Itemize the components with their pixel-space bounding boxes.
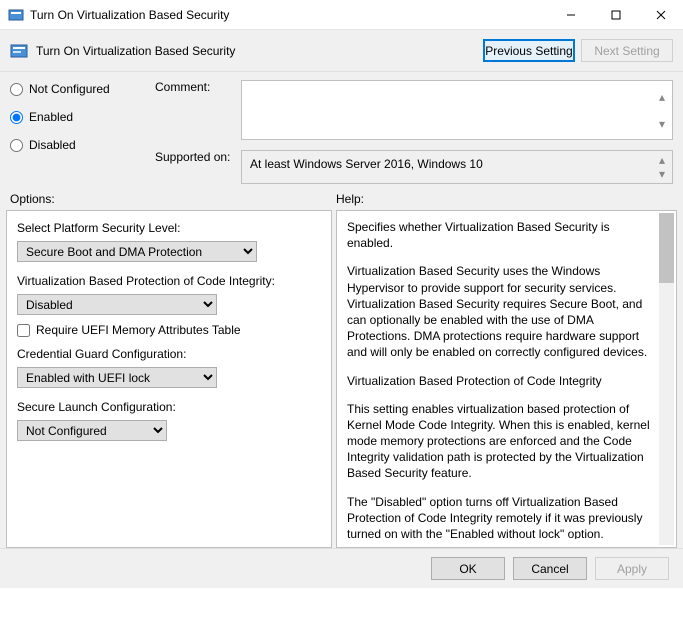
apply-button[interactable]: Apply <box>595 557 669 580</box>
help-scrollbar-thumb[interactable] <box>659 213 674 283</box>
uefi-checkbox-label: Require UEFI Memory Attributes Table <box>36 323 241 337</box>
help-panel: Specifies whether Virtualization Based S… <box>336 210 677 548</box>
dialog-footer: OK Cancel Apply <box>0 548 683 588</box>
help-section-label: Help: <box>336 192 673 206</box>
credguard-select[interactable]: Enabled with UEFI lock <box>17 367 217 388</box>
radio-disabled-label: Disabled <box>29 138 76 152</box>
app-icon <box>8 7 24 23</box>
cancel-button[interactable]: Cancel <box>513 557 587 580</box>
radio-not-configured-input[interactable] <box>10 83 23 96</box>
panels: Select Platform Security Level: Secure B… <box>0 210 683 548</box>
platform-security-select[interactable]: Secure Boot and DMA Protection <box>17 241 257 262</box>
supported-on-field: At least Windows Server 2016, Windows 10… <box>241 150 673 184</box>
titlebar: Turn On Virtualization Based Security <box>0 0 683 30</box>
policy-icon <box>10 42 28 60</box>
radio-enabled[interactable]: Enabled <box>10 110 155 124</box>
close-button[interactable] <box>638 0 683 30</box>
radio-not-configured[interactable]: Not Configured <box>10 82 155 96</box>
spin-up-icon[interactable]: ▴ <box>654 153 670 167</box>
radio-disabled[interactable]: Disabled <box>10 138 155 152</box>
radio-not-configured-label: Not Configured <box>29 82 110 96</box>
help-text: Virtualization Based Security uses the W… <box>347 263 652 360</box>
policy-title: Turn On Virtualization Based Security <box>36 44 235 58</box>
spin-down-icon[interactable]: ▾ <box>654 110 670 137</box>
credguard-label: Credential Guard Configuration: <box>17 347 321 361</box>
policy-header: Turn On Virtualization Based Security Pr… <box>0 30 683 72</box>
help-content[interactable]: Specifies whether Virtualization Based S… <box>347 219 672 539</box>
radio-enabled-input[interactable] <box>10 111 23 124</box>
spin-up-icon[interactable]: ▴ <box>654 83 670 110</box>
vbpci-select[interactable]: Disabled <box>17 294 217 315</box>
help-text: The "Disabled" option turns off Virtuali… <box>347 494 652 539</box>
securelaunch-select[interactable]: Not Configured <box>17 420 167 441</box>
supported-label: Supported on: <box>155 150 235 164</box>
spin-down-icon[interactable]: ▾ <box>654 167 670 181</box>
vbpci-label: Virtualization Based Protection of Code … <box>17 274 321 288</box>
maximize-button[interactable] <box>593 0 638 30</box>
section-labels: Options: Help: <box>0 188 683 210</box>
uefi-checkbox-row[interactable]: Require UEFI Memory Attributes Table <box>17 323 321 337</box>
ok-button[interactable]: OK <box>431 557 505 580</box>
radio-disabled-input[interactable] <box>10 139 23 152</box>
state-radio-group: Not Configured Enabled Disabled <box>10 80 155 152</box>
help-text: Virtualization Based Protection of Code … <box>347 373 652 389</box>
minimize-button[interactable] <box>548 0 593 30</box>
window-title: Turn On Virtualization Based Security <box>30 8 229 22</box>
securelaunch-label: Secure Launch Configuration: <box>17 400 321 414</box>
uefi-checkbox[interactable] <box>17 324 30 337</box>
previous-setting-button[interactable]: Previous Setting <box>483 39 575 62</box>
help-text: This setting enables virtualization base… <box>347 401 652 482</box>
next-setting-button[interactable]: Next Setting <box>581 39 673 62</box>
options-section-label: Options: <box>10 192 336 206</box>
supported-spin: ▴ ▾ <box>654 153 670 181</box>
help-text: Specifies whether Virtualization Based S… <box>347 219 652 251</box>
fields-col: Comment: ▴ ▾ Supported on: At least Wind… <box>155 80 673 184</box>
platform-security-label: Select Platform Security Level: <box>17 221 321 235</box>
options-panel: Select Platform Security Level: Secure B… <box>6 210 332 548</box>
comment-label: Comment: <box>155 80 235 94</box>
comment-textarea[interactable]: ▴ ▾ <box>241 80 673 140</box>
radio-enabled-label: Enabled <box>29 110 73 124</box>
comment-spin: ▴ ▾ <box>654 83 670 137</box>
config-body: Not Configured Enabled Disabled Comment:… <box>0 72 683 188</box>
